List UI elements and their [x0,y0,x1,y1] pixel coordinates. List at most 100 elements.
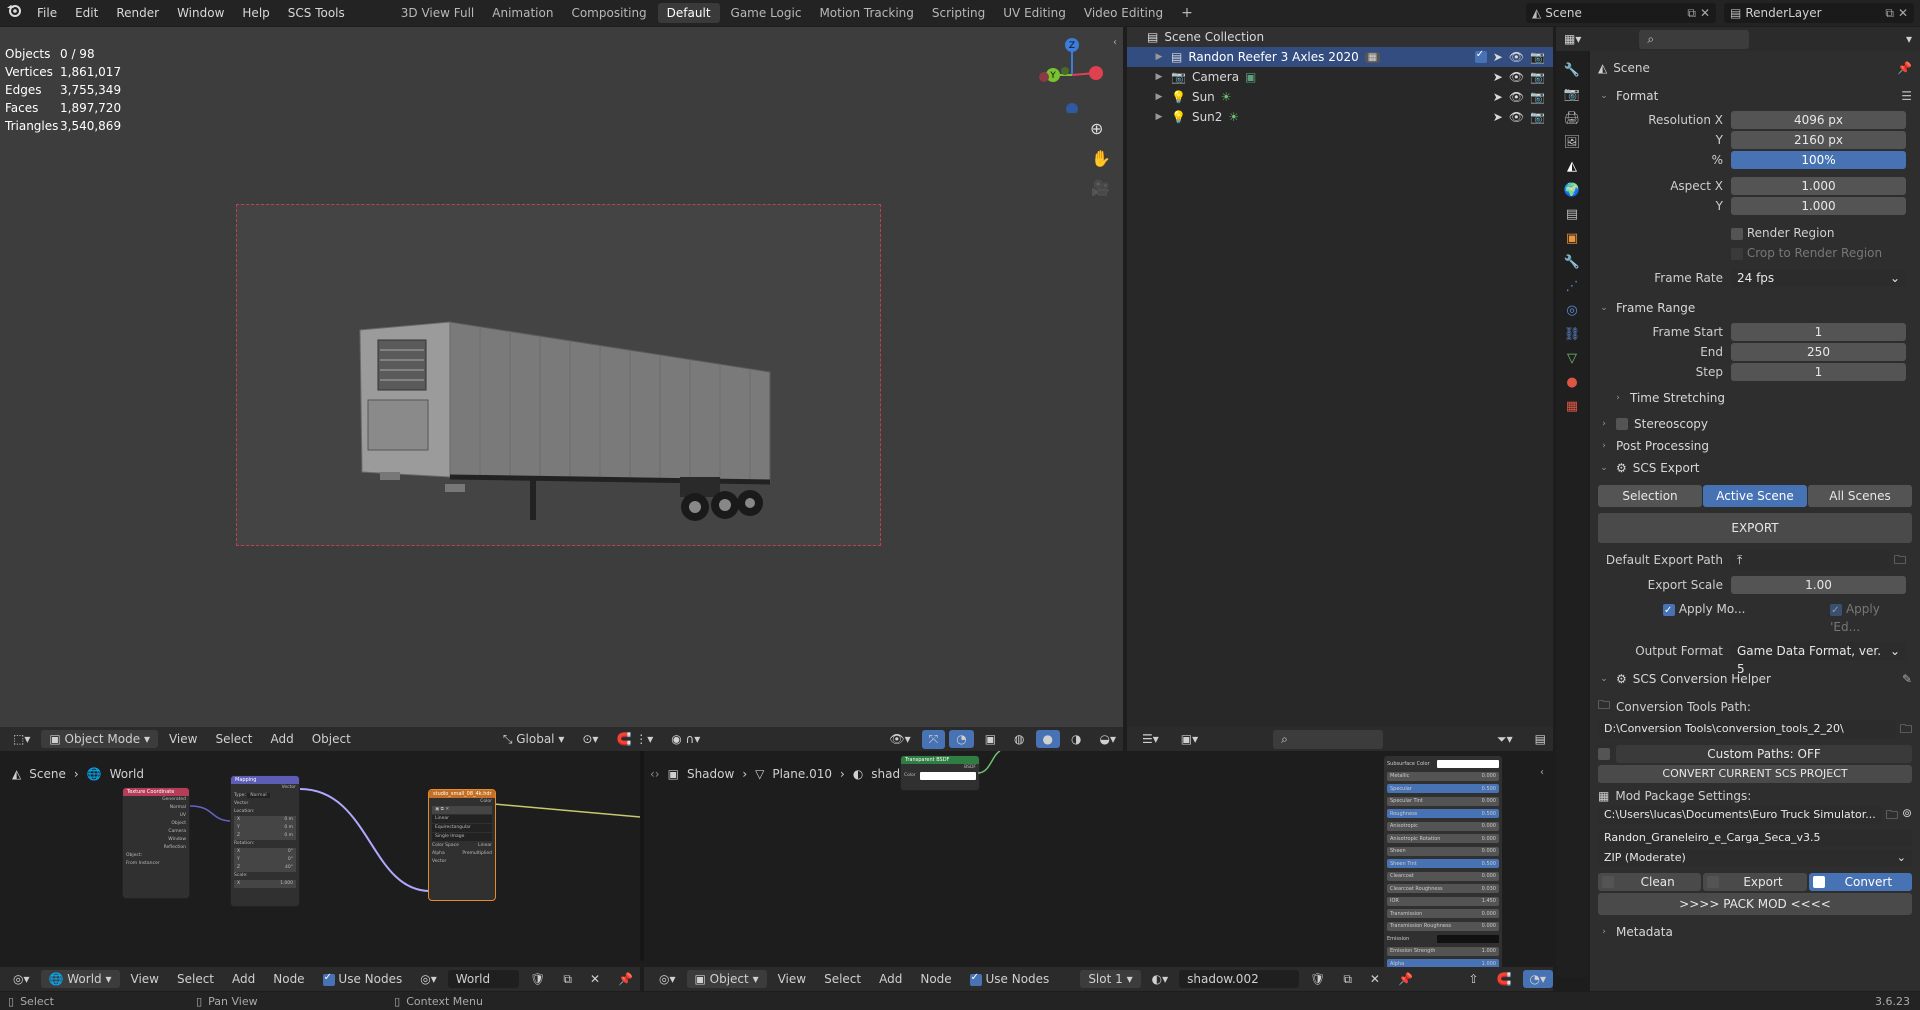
node-menu-node[interactable]: Node [266,970,311,988]
scene-selector[interactable]: ◭ Scene ⧉ ✕ [1526,3,1716,23]
menu-scs-tools[interactable]: SCS Tools [279,0,354,26]
principled-bsdf-panel[interactable]: Subsurface Color Metallic 0.000 Specular 0… [1384,756,1502,973]
render-camera-icon[interactable]: 📷 [1530,70,1545,84]
export-scale-field[interactable]: 1.00 [1731,576,1906,594]
folder-icon[interactable]: 🗀 [1894,551,1906,572]
render-camera-icon[interactable]: 📷 [1530,110,1545,124]
bsdf-metallic[interactable]: Metallic 0.000 [1387,771,1499,782]
overlay-toggle-icon[interactable]: ◔ [949,730,974,748]
tab-animation[interactable]: Animation [483,0,562,26]
node-menu-add[interactable]: Add [872,970,909,988]
collapse-chevron-icon[interactable]: ⌄ [1598,297,1610,319]
expand-chevron-icon[interactable]: ▶ [1153,72,1165,82]
exclude-checkbox[interactable] [1474,49,1487,63]
tab-default[interactable]: Default [657,3,720,23]
bsdf-specular[interactable]: Specular 0.500 [1387,783,1499,794]
rendered-shading-icon[interactable]: ◒▾ [1093,730,1124,748]
frame-start-field[interactable]: 1 [1731,323,1906,341]
resolution-y-field[interactable]: 2160 px [1731,131,1906,149]
viewport-3d[interactable]: Objects 0 / 98 Vertices 1,861,017 Edges 3,7… [0,27,1123,731]
gizmo-toggle-icon[interactable]: ⤧ [921,729,946,749]
material-node-editor[interactable]: ‹› ▣Shadow ›▽Plane.010 ›◐shadow.002 Tran… [644,751,1553,973]
mod-name-input[interactable]: Randon_Graneleiro_e_Carga_Seca_v3.5 [1598,829,1912,847]
bsdf-clearcoat[interactable]: Clearcoat 0.000 [1387,871,1499,882]
editor-type-icon[interactable]: ⬚▾ [6,730,37,748]
world-browse-icon[interactable]: ◎▾ [413,970,444,988]
delete-layer-icon[interactable]: ✕ [1898,6,1908,20]
bsdf-sheen-tint[interactable]: Sheen Tint 0.500 [1387,858,1499,869]
select-arrow-icon[interactable]: ➤ [1493,50,1503,64]
metadata-section-header[interactable]: › Metadata [1598,921,1912,943]
new-scene-icon[interactable]: ⧉ [1687,6,1696,21]
custom-paths-toggle[interactable]: Custom Paths: OFF [1616,745,1912,763]
aspect-y-field[interactable]: 1.000 [1731,197,1906,215]
tab-game-logic[interactable]: Game Logic [722,0,811,26]
node-menu-select[interactable]: Select [170,970,221,988]
color-swatch[interactable] [919,772,976,780]
conversion-tools-path-input[interactable]: D:\Conversion Tools\conversion_tools_2_2… [1598,720,1896,738]
bsdf-anisotropic-rotation[interactable]: Anisotropic Rotation 0.000 [1387,833,1499,844]
view-layer-selector[interactable]: ▤ RenderLayer ⧉ ✕ [1724,3,1914,23]
export-path-input[interactable]: ⤒ [1731,551,1890,569]
apply-modifiers-checkbox[interactable]: Apply Mo... [1663,600,1810,636]
particles-tab-icon[interactable]: ⋰ [1566,279,1579,294]
constraint-tab-icon[interactable]: ⛓ [1564,327,1581,342]
pack-mod-button[interactable]: >>>> PACK MOD <<<< [1598,893,1912,915]
material-tab-icon[interactable]: ● [1566,375,1577,390]
outliner-item-reefer[interactable]: ▶ ▤ Randon Reefer 3 Axles 2020 ▦ ➤ 👁 📷 [1127,47,1553,67]
pin-icon[interactable]: 📌 [1897,61,1912,75]
bsdf-ior[interactable]: IOR 1.450 [1387,896,1499,907]
duplicate-icon[interactable]: ⧉ [556,970,579,989]
shader-type-dropdown[interactable]: ▣ Object ▾ [686,970,767,988]
bsdf-transmission-roughness[interactable]: Transmission Roughness 0.000 [1387,921,1499,932]
frame-rate-dropdown[interactable]: 24 fps ⌄ [1731,269,1906,287]
stereoscopy-section-header[interactable]: › Stereoscopy [1598,413,1912,435]
world-node-editor[interactable]: ◭ Scene › 🌐 World Texture Coordinate Generat… [0,751,640,961]
proportional-edit-icon[interactable]: ◉ ∩▾ [664,730,707,748]
bsdf-emission-strength[interactable]: Emission Strength 1.000 [1387,946,1499,957]
sidebar-toggle-icon[interactable]: ‹ [1540,767,1544,778]
select-arrow-icon[interactable]: ➤ [1493,70,1503,84]
expand-arrows-icon[interactable]: ‹› [650,767,660,781]
folder-icon[interactable]: 🗀 [1900,720,1912,741]
menu-window[interactable]: Window [168,0,233,26]
filter-icon[interactable]: ⏷▾ [1490,730,1520,749]
frame-range-section-header[interactable]: ⌄ Frame Range [1598,297,1912,319]
add-workspace-icon[interactable]: + [1172,0,1202,26]
frame-end-field[interactable]: 250 [1731,343,1906,361]
expand-chevron-icon[interactable]: ▶ [1153,112,1165,122]
frame-step-field[interactable]: 1 [1731,363,1906,381]
scene-tab-icon[interactable]: ◭ [1567,159,1577,174]
render-camera-icon[interactable]: 📷 [1530,50,1545,64]
snap-icon[interactable]: 🧲 ⋮▾ [609,730,660,748]
folder-icon[interactable]: 🗀 [1886,806,1898,827]
menu-render[interactable]: Render [107,0,168,26]
editor-type-icon[interactable]: ◎▾ [652,970,683,988]
node-dropdown[interactable]: Linear [432,815,492,823]
node-menu-select[interactable]: Select [817,970,868,988]
snap-icon[interactable]: 🧲 [1490,970,1519,988]
render-tab-icon[interactable]: 📷 [1564,87,1580,102]
use-nodes-checkbox[interactable]: Use Nodes [963,970,1057,988]
scs-export-section-header[interactable]: ⌄ ⚙ SCS Export [1598,457,1912,479]
crop-render-region-checkbox[interactable]: Crop to Render Region [1731,243,1912,263]
select-arrow-icon[interactable]: ➤ [1493,110,1503,124]
bsdf-clearcoat-roughness[interactable]: Clearcoat Roughness 0.030 [1387,883,1499,894]
format-section-header[interactable]: ⌄ Format ☰ [1598,85,1912,107]
node-menu-add[interactable]: Add [225,970,262,988]
menu-edit[interactable]: Edit [66,0,107,26]
material-datablock-field[interactable]: shadow.002 [1179,970,1300,988]
properties-search-input[interactable]: ⌕ [1639,29,1750,49]
node-menu-view[interactable]: View [124,970,166,988]
pivot-icon[interactable]: ⊙▾ [575,730,605,748]
resolution-x-field[interactable]: 4096 px [1731,111,1906,129]
viewport-menu-object[interactable]: Object [305,730,358,748]
node-dropdown[interactable]: Single Image [432,833,492,841]
editor-type-icon[interactable]: ◎▾ [6,970,37,988]
mapping-node[interactable]: Mapping Vector Type: Normal Vector Locat… [230,775,300,907]
xray-icon[interactable]: ▣ [978,730,1003,748]
physics-tab-icon[interactable]: ◎ [1566,303,1577,318]
clean-toggle[interactable]: Clean [1598,873,1702,891]
options-chevron-icon[interactable]: ▾ [1906,32,1912,46]
viewport-menu-add[interactable]: Add [263,730,300,748]
